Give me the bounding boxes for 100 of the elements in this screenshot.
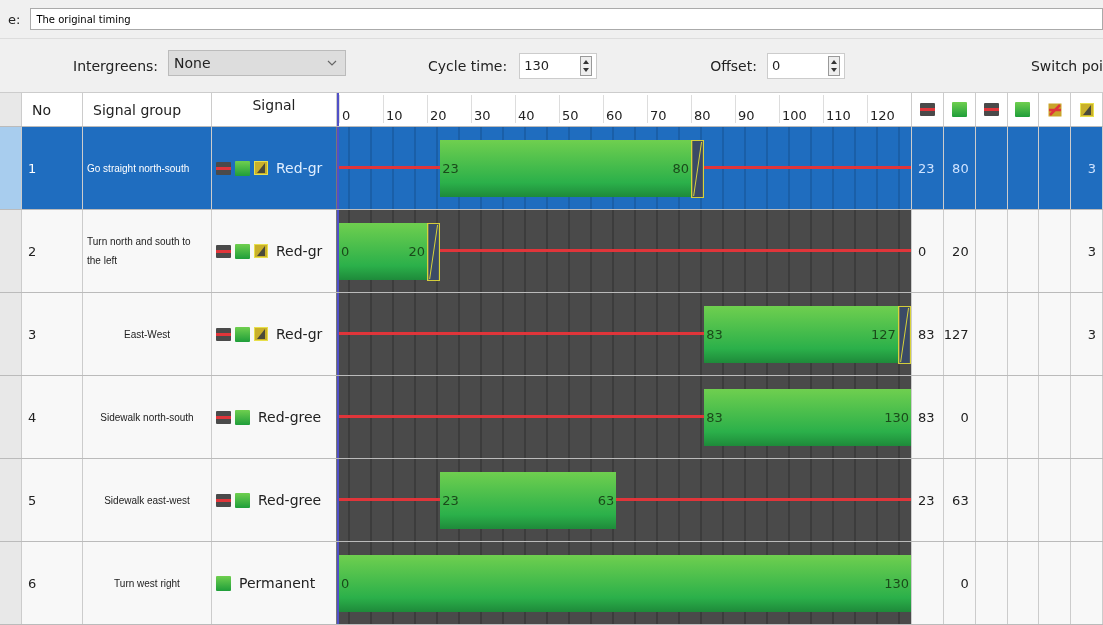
signal-group-name: Sidewalk east-west (103, 493, 191, 508)
table-cell: 3 (1087, 160, 1096, 176)
bar-end-label: 130 (884, 576, 909, 591)
row-selector[interactable] (0, 293, 22, 375)
crossed-square-icon (1047, 102, 1062, 117)
signal-type-text: Permanent (239, 575, 316, 591)
cycle-time-field[interactable]: 130 (519, 52, 598, 79)
caret-icon (327, 59, 338, 66)
row-selector[interactable] (0, 376, 22, 458)
bar-end-label: 20 (408, 244, 425, 259)
go-interval-bar[interactable]: 83 127 (704, 306, 898, 363)
table-cell: 23 (918, 492, 935, 508)
table-row[interactable]: 6 Turn west right Permanent 0 130 0 (0, 542, 1103, 625)
signal-type-text: Red-gree (258, 492, 322, 508)
table-cell: 0 (918, 243, 927, 259)
time-tick-label: 100 (779, 95, 807, 123)
time-tick-label: 10 (383, 95, 403, 123)
dash-square-icon (983, 103, 999, 116)
signal-type-text: Red-gr (276, 160, 323, 176)
bar-start-label: 83 (706, 327, 723, 342)
square-icon (235, 409, 250, 425)
time-tick-label: 90 (735, 95, 755, 123)
transition-interval-bar[interactable] (897, 306, 911, 364)
square-icon (235, 243, 250, 259)
bar-end-label: 80 (672, 161, 689, 176)
dash-square-icon (216, 244, 231, 258)
bar-start-label: 23 (442, 161, 459, 176)
cycle-time-label: Cycle time: (428, 57, 508, 74)
table-cell: 63 (952, 492, 969, 508)
row-number: 2 (28, 243, 37, 259)
row-selector[interactable] (0, 127, 22, 209)
go-interval-bar[interactable]: 23 80 (440, 140, 691, 197)
transition-interval-bar[interactable] (427, 223, 441, 281)
slash-square-icon (254, 244, 268, 258)
time-tick-label: 50 (559, 95, 579, 123)
time-tick-label: 40 (515, 95, 535, 123)
go-interval-bar[interactable]: 83 130 (704, 389, 911, 446)
column-header[interactable]: Signal group (93, 101, 182, 118)
signal-type-text: Red-gr (276, 326, 323, 342)
transition-interval-bar[interactable] (691, 140, 705, 198)
slash-square-icon (1079, 102, 1094, 117)
spinner-arrows-icon[interactable] (580, 55, 593, 76)
name-label: e: (8, 11, 21, 27)
table-cell: 0 (960, 575, 969, 591)
table-row[interactable]: 4 Sidewalk north-south Red-gree 83 130 83 0 (0, 376, 1103, 459)
dash-square-icon (216, 493, 231, 507)
table-row[interactable]: 2 Turn north and south to the left Red-gr 0 20 0 20 3 (0, 210, 1103, 293)
intergreens-label: Intergreens: (73, 57, 159, 74)
offset-label: Offset: (710, 57, 757, 74)
row-number: 1 (28, 160, 37, 176)
table-cell: 83 (918, 409, 935, 425)
row-number: 4 (28, 409, 37, 425)
table-cell: 127 (943, 326, 969, 342)
time-tick-label: 30 (471, 95, 491, 123)
column-header[interactable]: Signal (252, 97, 296, 113)
signal-group-name: Go straight north-south (87, 161, 190, 176)
offset-field[interactable]: 0 (766, 52, 845, 79)
go-interval-bar[interactable]: 0 20 (339, 223, 427, 280)
signal-type-text: Red-gr (276, 243, 323, 259)
table-cell: 23 (918, 160, 935, 176)
dash-square-icon (216, 327, 231, 341)
row-selector[interactable] (0, 542, 22, 624)
bar-start-label: 23 (442, 493, 459, 508)
time-tick-label: 110 (823, 95, 851, 123)
square-icon (235, 160, 250, 176)
table-row[interactable]: 3 East-West Red-gr 83 127 83 127 3 (0, 293, 1103, 376)
dash-square-icon (919, 103, 935, 116)
table-row[interactable]: 1 Go straight north-south Red-gr 23 80 23 80 3 (0, 127, 1103, 210)
dash-square-icon (216, 161, 231, 175)
time-tick-label: 20 (427, 95, 447, 123)
bar-end-label: 63 (597, 493, 615, 508)
dash-square-icon (216, 410, 231, 424)
square-icon (216, 575, 231, 591)
time-tick-label: 0 (339, 95, 351, 123)
square-icon (951, 102, 967, 117)
signal-group-name: Turn west right (113, 576, 181, 591)
table-cell: 80 (952, 160, 969, 176)
row-selector[interactable] (0, 459, 22, 541)
go-interval-bar[interactable]: 0 130 (339, 555, 911, 612)
table-row[interactable]: 5 Sidewalk east-west Red-gree 23 63 23 63 (0, 459, 1103, 542)
row-selector[interactable] (0, 210, 22, 292)
table-cell: 3 (1087, 243, 1096, 259)
name-field[interactable]: The original timing (30, 8, 1103, 30)
time-tick-label: 70 (647, 95, 667, 123)
intergreens-dropdown[interactable]: None (168, 49, 347, 76)
signal-group-name: Turn north and south to the left (87, 235, 192, 268)
switch-point-label: Switch poi (1030, 57, 1103, 74)
spinner-arrows-icon[interactable] (827, 55, 840, 76)
table-cell: 20 (952, 243, 969, 259)
bar-end-label: 130 (884, 410, 909, 425)
row-number: 3 (28, 326, 37, 342)
column-header[interactable]: No (32, 101, 52, 118)
square-icon (235, 492, 250, 508)
square-icon (235, 326, 250, 342)
table-cell: 83 (918, 326, 935, 342)
signal-group-name: East-West (123, 327, 171, 342)
signal-group-name: Sidewalk north-south (99, 410, 195, 425)
time-tick-label: 120 (867, 95, 895, 123)
row-number: 6 (28, 575, 37, 591)
go-interval-bar[interactable]: 23 63 (440, 472, 617, 529)
